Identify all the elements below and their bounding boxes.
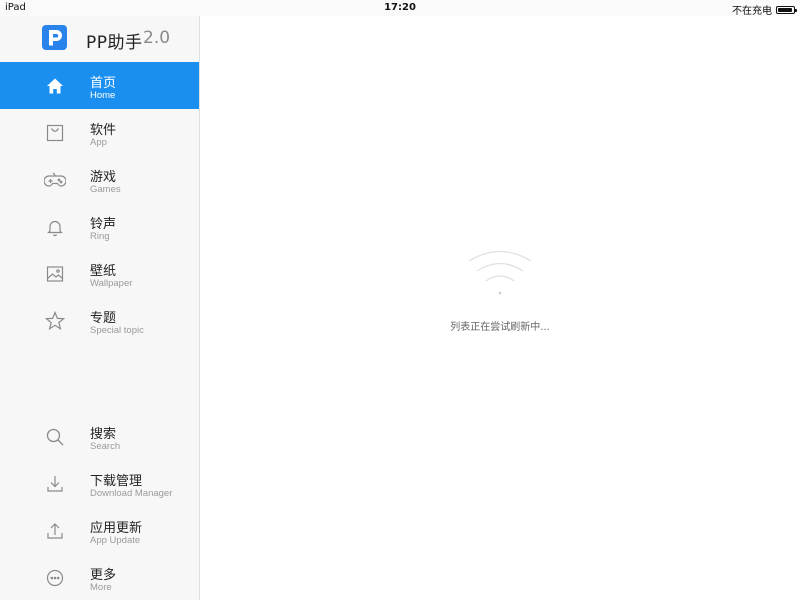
pp-logo-icon [42, 25, 67, 50]
sidebar-item-subtitle: Wallpaper [90, 278, 133, 289]
sidebar-item-wallpaper[interactable]: 壁纸 Wallpaper [0, 250, 199, 297]
app-version: 2.0 [143, 28, 171, 48]
sidebar-item-home[interactable]: 首页 Home [0, 62, 199, 109]
app-name: PP助手 [86, 33, 143, 53]
sidebar-item-subtitle: App Update [90, 535, 141, 546]
charging-text: 不在充电 [732, 6, 772, 17]
more-icon [44, 567, 66, 589]
sidebar-item-title: 软件 [90, 123, 117, 138]
sidebar-item-subtitle: Search [90, 441, 121, 452]
battery-status: 不在充电 [732, 2, 797, 17]
gamepad-icon [44, 169, 66, 191]
sidebar-item-subtitle: More [90, 582, 112, 593]
home-icon [44, 75, 66, 97]
sidebar-item-subtitle: Home [90, 90, 116, 101]
sidebar-item-title: 首页 [90, 76, 117, 91]
upload-icon [44, 520, 66, 542]
sidebar-item-search[interactable]: 搜索 Search [0, 413, 199, 460]
battery-fill [778, 7, 792, 12]
sidebar-item-subtitle: Download Manager [90, 488, 173, 499]
image-icon [44, 263, 66, 285]
sidebar-item-title: 游戏 [90, 170, 117, 185]
status-bar: iPad 17:20 不在充电 [0, 0, 800, 17]
sidebar-item-subtitle: App [90, 137, 107, 148]
search-icon [44, 426, 66, 448]
sidebar-item-ring[interactable]: 铃声 Ring [0, 203, 199, 250]
sidebar-item-title: 铃声 [90, 217, 117, 232]
sidebar-item-title: 搜索 [90, 427, 117, 442]
download-icon [44, 473, 66, 495]
sidebar-item-title: 专题 [90, 311, 117, 326]
app-logo-row: PP助手 2.0 [0, 16, 200, 62]
battery-icon [776, 5, 797, 14]
sidebar-item-games[interactable]: 游戏 Games [0, 156, 199, 203]
sidebar-item-subtitle: Ring [90, 231, 110, 242]
sidebar-item-title: 壁纸 [90, 264, 117, 279]
bell-icon [44, 216, 66, 238]
sidebar-item-title: 更多 [90, 568, 117, 583]
star-icon [44, 310, 66, 332]
sidebar-item-more[interactable]: 更多 More [0, 554, 199, 600]
sidebar-item-subtitle: Games [90, 184, 121, 195]
sidebar-item-subtitle: Special topic [90, 325, 144, 336]
shopping-bag-icon [44, 122, 66, 144]
sidebar-item-app-update[interactable]: 应用更新 App Update [0, 507, 199, 554]
sidebar-item-title: 应用更新 [90, 521, 143, 536]
sidebar-item-special-topic[interactable]: 专题 Special topic [0, 297, 199, 344]
sidebar: PP助手 2.0 首页 Home 软件 App 游戏 Games 铃声 Ring [0, 16, 200, 600]
wifi-signal-icon [466, 246, 534, 298]
main-content: 列表正在尝试刷新中... [200, 16, 800, 600]
sidebar-item-download-manager[interactable]: 下载管理 Download Manager [0, 460, 199, 507]
sidebar-item-app[interactable]: 软件 App [0, 109, 199, 156]
status-time: 17:20 [384, 2, 416, 13]
loading-message: 列表正在尝试刷新中... [450, 322, 550, 333]
sidebar-item-title: 下载管理 [90, 474, 143, 489]
